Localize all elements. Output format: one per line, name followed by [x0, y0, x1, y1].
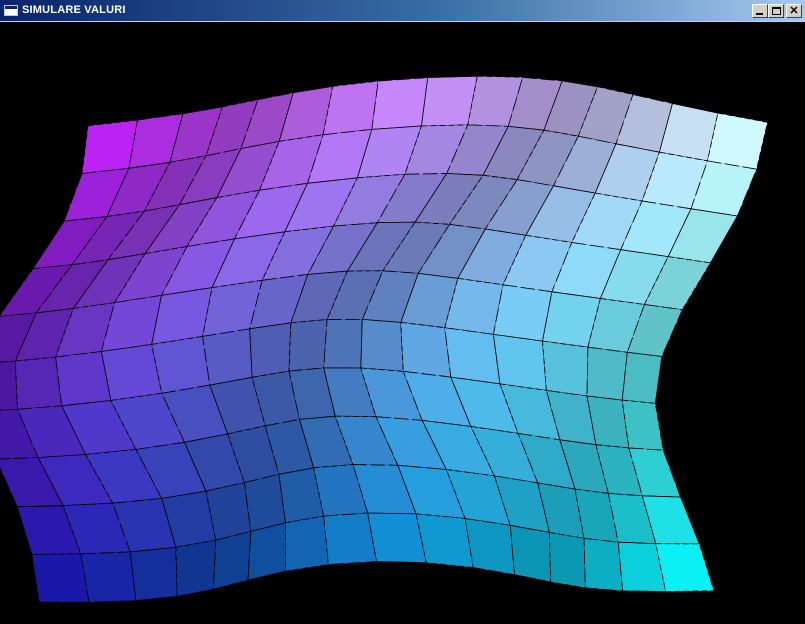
wave-surface-canvas	[0, 75, 768, 603]
mesh-cell	[247, 522, 286, 581]
mesh-cell	[323, 318, 363, 369]
mesh-cell	[31, 553, 90, 603]
mesh-cell	[288, 319, 328, 372]
mesh-cell	[243, 473, 286, 532]
mesh-cell	[492, 284, 553, 342]
close-icon: ✕	[789, 5, 799, 17]
minimize-button[interactable]	[752, 4, 768, 18]
mesh-cell	[14, 356, 63, 410]
wave-mesh	[0, 75, 768, 603]
mesh-cell	[621, 399, 664, 451]
mesh-cell	[549, 532, 586, 589]
mesh-cell	[655, 543, 715, 592]
mesh-cell	[542, 340, 589, 397]
title-bar[interactable]: SIMULARE VALURI ✕	[0, 0, 805, 22]
mesh-cell	[202, 328, 253, 386]
mesh-cell	[100, 343, 163, 401]
maximize-icon	[772, 7, 781, 15]
mesh-cell	[583, 537, 624, 592]
render-viewport[interactable]	[0, 22, 805, 624]
mesh-cell	[586, 346, 628, 401]
app-window: SIMULARE VALURI ✕	[0, 0, 805, 624]
mesh-cell	[421, 75, 478, 127]
maximize-button[interactable]	[768, 4, 784, 18]
minimize-icon	[756, 13, 763, 15]
mesh-cell	[371, 77, 429, 130]
mesh-cell	[509, 524, 552, 583]
mesh-cell	[284, 515, 329, 572]
mesh-cell	[129, 546, 178, 602]
mesh-cell	[444, 327, 501, 385]
window-title: SIMULARE VALURI	[22, 4, 126, 16]
mesh-cell	[212, 530, 252, 590]
mesh-cell	[80, 551, 137, 603]
mesh-cell	[323, 512, 377, 565]
window-app-icon[interactable]	[4, 5, 18, 16]
mesh-cell	[151, 335, 211, 394]
mesh-cell	[0, 360, 19, 411]
mesh-cell	[175, 539, 217, 597]
close-button[interactable]: ✕	[786, 4, 802, 18]
mesh-cell	[360, 318, 404, 372]
mesh-cell	[249, 322, 292, 378]
mesh-cell	[707, 112, 768, 170]
mesh-cell	[81, 119, 138, 174]
mesh-cell	[621, 351, 663, 404]
mesh-cell	[492, 333, 547, 391]
mesh-cell	[400, 321, 452, 378]
